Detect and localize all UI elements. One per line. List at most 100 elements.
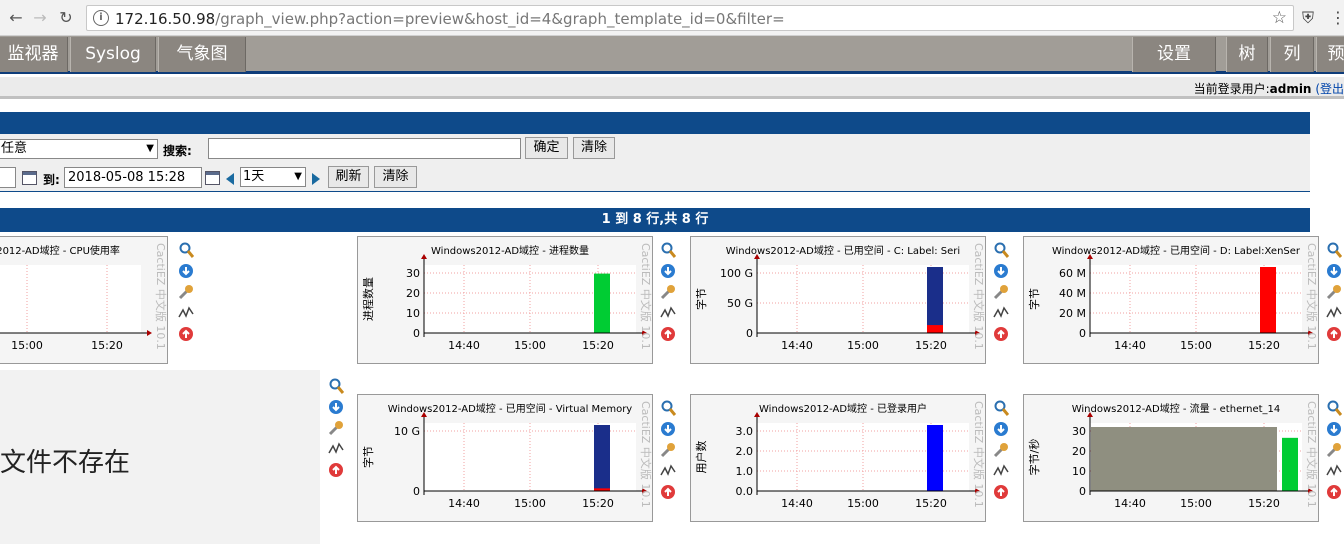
data-bar <box>927 267 943 333</box>
view-icon[interactable] <box>660 421 676 437</box>
wrench-shaft <box>660 447 671 458</box>
wrench-head <box>1000 285 1008 293</box>
data-bar <box>594 273 610 333</box>
graph-g6[interactable]: Windows2012-AD域控 - 已登录用户 3.0 2.0 1.0 0.0 14:4… <box>690 394 986 522</box>
shift-right-icon[interactable] <box>312 173 320 185</box>
search-input[interactable] <box>208 138 521 159</box>
view-icon[interactable] <box>1326 421 1342 437</box>
clear-button-2[interactable]: 清除 <box>374 166 417 188</box>
timespan-select[interactable]: 1天 ▼ <box>240 167 306 187</box>
edit-icon[interactable] <box>1326 442 1342 458</box>
graph-title: Windows2012-AD域控 - 已用空间 - D: Label:XenSe… <box>1052 244 1301 257</box>
graph-icon[interactable] <box>1326 463 1342 479</box>
delete-icon[interactable] <box>660 484 676 500</box>
x-tick-label: 15:20 <box>582 497 614 510</box>
clear-button[interactable]: 清除 <box>573 137 615 159</box>
y-axis-label: 用户数 <box>694 441 708 474</box>
zoom-icon[interactable] <box>1326 400 1342 416</box>
host-select[interactable]: 任意 ▼ <box>0 139 158 159</box>
menu-icon[interactable]: ⋮ <box>1330 8 1344 27</box>
graph-g2[interactable]: Windows2012-AD域控 - 进程数量 30 20 10 0 14:40 15:00… <box>357 236 653 364</box>
graph-g7[interactable]: Windows2012-AD域控 - 流量 - ethernet_14 30 20 1… <box>1023 394 1319 522</box>
tab-tree[interactable]: 树 <box>1226 37 1268 72</box>
delete-icon[interactable] <box>1326 326 1342 342</box>
calendar-icon[interactable] <box>205 171 220 185</box>
zoom-icon[interactable] <box>178 242 194 258</box>
info-icon[interactable]: i <box>93 10 109 26</box>
delete-icon[interactable] <box>328 462 344 478</box>
calendar-icon[interactable] <box>22 171 37 185</box>
graph-g5[interactable]: Windows2012-AD域控 - 已用空间 - Virtual Memory… <box>357 394 653 522</box>
wrench-head <box>667 285 675 293</box>
y-tick-label: 40 M <box>1059 287 1086 300</box>
graph-icon[interactable] <box>328 441 344 457</box>
delete-icon[interactable] <box>993 326 1009 342</box>
x-tick-label: 15:00 <box>1180 339 1212 352</box>
logout-link[interactable]: (登出 <box>1315 82 1344 96</box>
zoom-icon[interactable] <box>660 400 676 416</box>
confirm-button[interactable]: 确定 <box>525 137 568 159</box>
spark-line <box>660 464 676 476</box>
spark-line <box>993 464 1009 476</box>
back-icon[interactable]: ← <box>6 8 26 28</box>
view-icon[interactable] <box>178 263 194 279</box>
zoom-icon[interactable] <box>993 242 1009 258</box>
delete-icon[interactable] <box>178 326 194 342</box>
username: admin <box>1269 82 1312 96</box>
graph-g3[interactable]: Windows2012-AD域控 - 已用空间 - C: Label: Seri… <box>690 236 986 364</box>
graph-g4[interactable]: Windows2012-AD域控 - 已用空间 - D: Label:XenSe… <box>1023 236 1319 364</box>
y-tick-label: 0 <box>413 327 420 340</box>
delete-icon[interactable] <box>1326 484 1342 500</box>
reload-icon[interactable]: ↻ <box>56 8 76 28</box>
bookmark-star-icon[interactable]: ☆ <box>1272 8 1287 28</box>
lens-handle <box>1001 408 1009 416</box>
view-icon[interactable] <box>660 263 676 279</box>
forward-icon[interactable]: → <box>30 8 50 28</box>
edit-icon[interactable] <box>1326 284 1342 300</box>
zoom-icon[interactable] <box>328 378 344 394</box>
y-tick-label: 0 <box>746 327 753 340</box>
graph-icon[interactable] <box>1326 305 1342 321</box>
wrench-head <box>1333 285 1341 293</box>
delete-icon[interactable] <box>660 326 676 342</box>
graph-icon[interactable] <box>660 463 676 479</box>
tab-monitor[interactable]: 监视器 <box>0 37 68 72</box>
graph-title: Windows2012-AD域控 - 已用空间 - C: Label: Seri <box>726 244 960 257</box>
x-tick-label: 15:00 <box>514 497 546 510</box>
edit-icon[interactable] <box>993 284 1009 300</box>
tab-list[interactable]: 列 <box>1270 37 1314 72</box>
edit-icon[interactable] <box>660 442 676 458</box>
graph-icon[interactable] <box>993 305 1009 321</box>
lens-handle <box>1001 250 1009 258</box>
zoom-icon[interactable] <box>660 242 676 258</box>
edit-icon[interactable] <box>993 442 1009 458</box>
view-icon[interactable] <box>993 421 1009 437</box>
extension-icon[interactable]: ⛨ <box>1302 8 1314 28</box>
from-date-input[interactable] <box>0 167 16 188</box>
tab-settings[interactable]: 设置 <box>1132 37 1216 72</box>
tab-syslog[interactable]: Syslog <box>70 37 156 72</box>
to-date-input[interactable]: 2018-05-08 15:28 <box>64 167 202 188</box>
y-tick-label: 0 <box>1079 327 1086 340</box>
graph-icon[interactable] <box>660 305 676 321</box>
shift-left-icon[interactable] <box>226 173 234 185</box>
refresh-button[interactable]: 刷新 <box>328 166 369 188</box>
tab-preview[interactable]: 预 <box>1316 37 1344 72</box>
zoom-icon[interactable] <box>1326 242 1342 258</box>
edit-icon[interactable] <box>178 284 194 300</box>
delete-icon[interactable] <box>993 484 1009 500</box>
graph-icon[interactable] <box>178 305 194 321</box>
x-tick-label: 15:20 <box>915 497 947 510</box>
view-icon[interactable] <box>328 399 344 415</box>
traffic-area <box>1091 427 1277 491</box>
view-icon[interactable] <box>993 263 1009 279</box>
view-icon[interactable] <box>1326 263 1342 279</box>
address-bar[interactable]: i 172.16.50.98/graph_view.php?action=pre… <box>86 5 1294 31</box>
search-label: 搜索: <box>163 144 192 158</box>
edit-icon[interactable] <box>660 284 676 300</box>
graph-icon[interactable] <box>993 463 1009 479</box>
zoom-icon[interactable] <box>993 400 1009 416</box>
tab-weathermap[interactable]: 气象图 <box>158 37 246 72</box>
edit-icon[interactable] <box>328 420 344 436</box>
graph-g1[interactable]: s2012-AD域控 - CPU使用率 15:00 15:20 CactiEZ 中文版… <box>0 236 168 364</box>
